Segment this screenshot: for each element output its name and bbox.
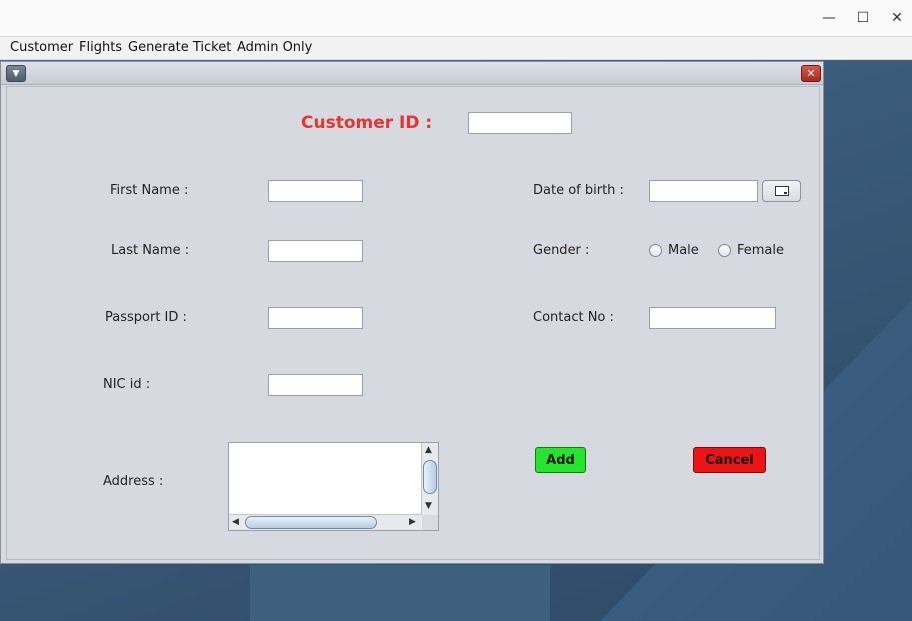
- gender-female-radio[interactable]: [718, 244, 731, 257]
- menu-generate-ticket[interactable]: Generate Ticket: [128, 40, 231, 55]
- add-button[interactable]: Add: [535, 447, 586, 473]
- chevron-down-icon: ▼: [12, 68, 20, 79]
- scroll-up-icon[interactable]: ▲: [425, 445, 432, 455]
- nic-id-field[interactable]: [268, 374, 363, 396]
- date-picker-button[interactable]: [762, 180, 801, 202]
- scroll-left-icon[interactable]: ◀: [232, 517, 239, 527]
- vertical-scrollbar[interactable]: ▲ ▼: [421, 443, 438, 515]
- gender-male-radio[interactable]: [649, 244, 662, 257]
- window-titlebar: — ☐ ✕: [0, 0, 912, 37]
- gender-label: Gender :: [533, 243, 590, 258]
- customer-form: Customer ID : First Name : Last Name : P…: [6, 86, 820, 560]
- window-close-button[interactable]: ✕: [886, 8, 908, 28]
- date-of-birth-field[interactable]: [649, 180, 758, 202]
- passport-id-field[interactable]: [268, 307, 363, 329]
- menu-admin-only[interactable]: Admin Only: [237, 40, 312, 55]
- customer-internal-frame: ▼ ✕ Customer ID : First Name : Last Name…: [0, 61, 824, 564]
- minimize-icon: —: [822, 10, 836, 26]
- horizontal-scrollbar[interactable]: ◀ ▶: [229, 514, 422, 530]
- menubar: Customer Flights Generate Ticket Admin O…: [0, 37, 912, 60]
- desktop-decoration: [250, 565, 550, 621]
- passport-id-label: Passport ID :: [105, 310, 187, 325]
- maximize-button[interactable]: ☐: [852, 8, 874, 28]
- menu-customer[interactable]: Customer: [10, 40, 73, 55]
- scroll-corner: [422, 515, 438, 530]
- internal-frame-titlebar[interactable]: ▼ ✕: [1, 62, 823, 85]
- customer-id-label: Customer ID :: [301, 113, 433, 133]
- horizontal-scroll-thumb[interactable]: [245, 516, 377, 529]
- contact-no-label: Contact No :: [533, 310, 614, 325]
- cancel-button[interactable]: Cancel: [693, 447, 766, 473]
- frame-menu-button[interactable]: ▼: [6, 65, 26, 82]
- address-textarea[interactable]: ▲ ▼ ◀ ▶: [228, 442, 439, 531]
- gender-female-label[interactable]: Female: [737, 243, 784, 258]
- scroll-right-icon[interactable]: ▶: [409, 517, 416, 527]
- last-name-label: Last Name :: [111, 243, 190, 258]
- gender-male-label[interactable]: Male: [668, 243, 699, 258]
- nic-id-label: NIC id :: [103, 377, 151, 392]
- last-name-field[interactable]: [268, 240, 363, 262]
- maximize-icon: ☐: [856, 10, 870, 26]
- contact-no-field[interactable]: [649, 307, 776, 329]
- minimize-button[interactable]: —: [818, 8, 840, 28]
- customer-id-field[interactable]: [468, 112, 572, 134]
- menu-flights[interactable]: Flights: [79, 40, 122, 55]
- calendar-icon: [774, 186, 789, 196]
- address-label: Address :: [103, 474, 164, 489]
- close-icon: ✕: [806, 67, 816, 80]
- date-of-birth-label: Date of birth :: [533, 183, 624, 198]
- vertical-scroll-thumb[interactable]: [423, 460, 437, 494]
- first-name-label: First Name :: [110, 183, 189, 198]
- scroll-down-icon[interactable]: ▼: [425, 501, 432, 511]
- close-icon: ✕: [891, 10, 903, 26]
- first-name-field[interactable]: [268, 180, 363, 202]
- frame-close-button[interactable]: ✕: [801, 65, 821, 82]
